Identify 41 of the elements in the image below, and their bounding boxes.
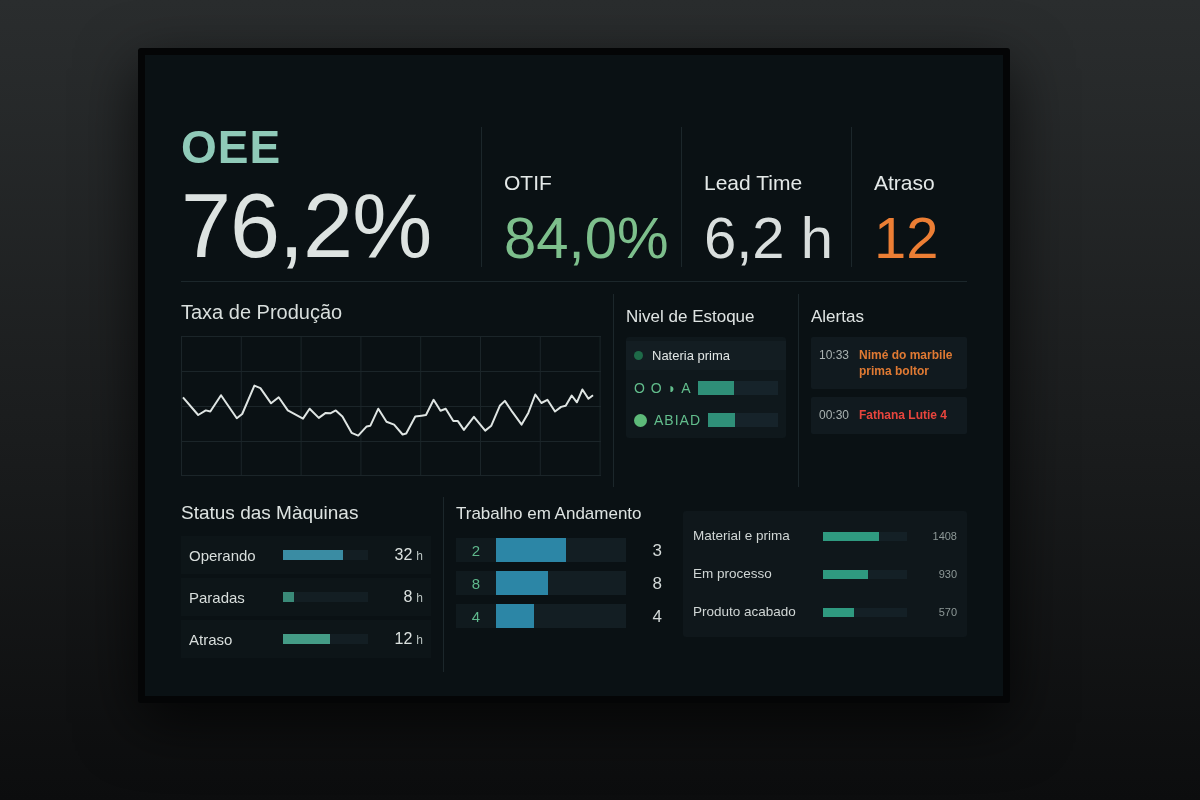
inventory-label: Material e prima <box>693 529 791 543</box>
kpi-label: OEE <box>181 124 283 170</box>
wip-number: 2 <box>470 542 482 558</box>
kpi-label: Atraso <box>874 172 936 193</box>
section-title: Taxa de Produção <box>181 302 343 322</box>
wip-number: 8 <box>470 575 482 591</box>
status-unit: h <box>416 634 423 646</box>
section-title: Trabalho em Andamento <box>456 505 642 522</box>
kpi-value: 76,2% <box>181 186 433 267</box>
inventory-label: Em processo <box>693 567 773 581</box>
inventory-value: 1408 <box>931 530 957 542</box>
wip-value: 8 <box>651 574 662 592</box>
alert-message: Nimé do marbile prima boltor <box>859 347 954 380</box>
status-label: Operando <box>189 547 257 563</box>
kpi-value: 12 <box>874 209 940 267</box>
alert-time: 00:30 <box>819 407 850 424</box>
wip-value: 3 <box>651 541 662 559</box>
inventory-value: 930 <box>937 568 957 580</box>
status-value: 12 <box>394 631 413 647</box>
status-value: 32 <box>394 547 413 563</box>
wip-number: 4 <box>470 608 482 624</box>
section-title: Status das Màquinas <box>181 503 359 522</box>
stock-label: ABIAD <box>654 413 701 427</box>
status-label: Paradas <box>189 589 246 605</box>
kpi-value: 84,0% <box>504 209 670 267</box>
status-unit: h <box>416 550 423 562</box>
kpi-label: OTIF <box>504 172 553 193</box>
stock-label: Nateria prima <box>652 349 731 362</box>
status-unit: h <box>416 592 423 604</box>
inventory-value: 570 <box>937 606 957 618</box>
inventory-label: Produto acabado <box>693 605 797 619</box>
status-label: Atraso <box>189 631 234 647</box>
section-title: Nivel de Estoque <box>626 308 755 325</box>
alert-message: Fathana Lutie 4 <box>859 407 948 424</box>
section-title: Alertas <box>811 308 864 325</box>
stock-label: O O ◗ A <box>634 381 692 395</box>
wip-value: 4 <box>651 607 662 625</box>
kpi-value: 6,2 h <box>704 209 834 267</box>
kpi-label: Lead Time <box>704 172 804 193</box>
alert-time: 10:33 <box>819 347 850 364</box>
status-value: 8 <box>403 589 413 605</box>
